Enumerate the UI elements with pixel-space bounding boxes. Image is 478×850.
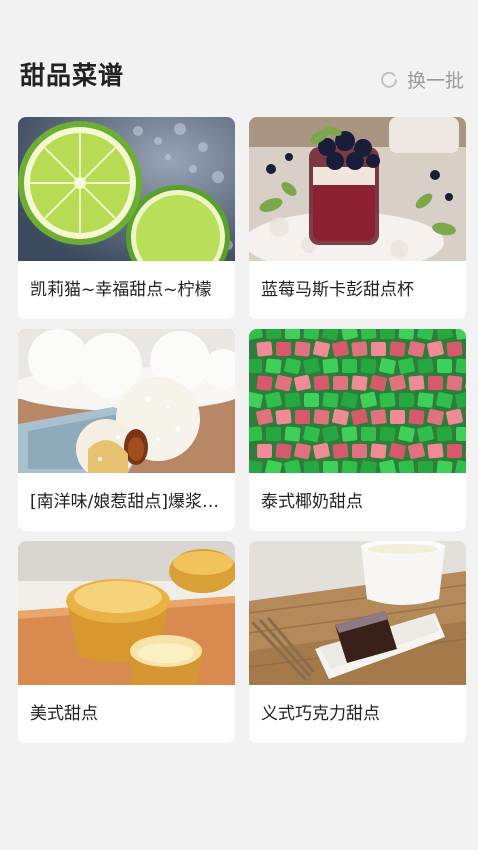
jelly-cube: [352, 444, 367, 458]
jelly-cube: [313, 409, 330, 425]
jelly-cube: [455, 329, 466, 340]
page-title: 甜品菜谱: [20, 61, 125, 90]
jelly-cube: [249, 359, 262, 373]
jelly-cube: [428, 376, 443, 390]
jelly-cube: [303, 329, 320, 340]
recipe-title: 凯莉猫~幸福甜点~柠檬: [30, 280, 212, 300]
jelly-cube: [249, 426, 263, 442]
jelly-cube: [257, 444, 272, 458]
jelly-cube: [304, 393, 319, 407]
jelly-cube: [455, 358, 466, 374]
jelly-cube: [285, 329, 300, 339]
jelly-cube: [275, 409, 292, 425]
jelly-cube: [322, 358, 339, 374]
jelly-cube: [303, 460, 320, 473]
jelly-cube: [380, 329, 395, 339]
jelly-cube: [256, 375, 273, 391]
jelly-cube: [351, 375, 368, 391]
recipe-title: 泰式椰奶甜点: [261, 492, 363, 512]
jelly-cube: [360, 358, 377, 374]
jelly-cube: [322, 392, 339, 408]
jelly-cube: [446, 341, 463, 357]
jelly-cube: [446, 375, 463, 391]
jelly-cube: [342, 359, 357, 373]
jelly-cube: [390, 410, 405, 424]
jelly-cube: [371, 342, 386, 356]
recipe-title: [南洋味/娘惹甜点]爆浆椰丝球: [30, 492, 235, 512]
jelly-cube: [436, 460, 453, 473]
jelly-cube: [295, 410, 310, 424]
recipe-title: 蓝莓马斯卡彭甜点杯: [261, 280, 414, 300]
jelly-cube: [379, 426, 396, 442]
jelly-cube: [398, 460, 415, 473]
jelly-cube: [249, 460, 263, 473]
jelly-cube: [266, 427, 281, 441]
jelly-cube: [399, 393, 414, 407]
jelly-cube: [275, 443, 292, 459]
header: 甜品菜谱 换一批: [0, 0, 478, 110]
jelly-cube: [427, 443, 444, 459]
jelly-cube: [417, 358, 434, 374]
jelly-cube: [265, 358, 282, 374]
jelly-cube: [313, 375, 330, 391]
jelly-cube: [341, 460, 358, 473]
refresh-button[interactable]: 换一批: [379, 66, 464, 93]
jelly-cube: [418, 461, 433, 473]
jelly-cube: [332, 443, 349, 459]
jelly-cube: [370, 409, 387, 425]
recipe-card[interactable]: 美式甜点: [18, 541, 235, 743]
muffins-image: [18, 541, 235, 685]
jelly-cube: [408, 409, 425, 425]
recipe-grid: 凯莉猫~幸福甜点~柠檬 蓝莓马斯卡彭甜点杯 [南洋味/娘惹甜点]爆浆椰丝球 泰式…: [18, 117, 466, 743]
refresh-icon: [381, 71, 397, 88]
recipe-card[interactable]: 凯莉猫~幸福甜点~柠檬: [18, 117, 235, 319]
recipe-title: 义式巧克力甜点: [261, 704, 380, 724]
jelly-cube: [379, 392, 396, 408]
refresh-label: 换一批: [406, 70, 464, 92]
recipe-card[interactable]: 蓝莓马斯卡彭甜点杯: [249, 117, 466, 319]
jelly-cube: [284, 392, 301, 408]
jelly-cube: [398, 329, 415, 340]
jelly-cube: [408, 375, 425, 391]
jelly-cube: [333, 376, 348, 390]
jelly-cube: [284, 426, 301, 442]
recipe-card[interactable]: [南洋味/娘惹甜点]爆浆椰丝球: [18, 329, 235, 531]
recipe-card[interactable]: 泰式椰奶甜点: [249, 329, 466, 531]
jelly-cube: [389, 341, 406, 357]
coconut-balls-image: [18, 329, 235, 473]
jelly-cube: [256, 341, 273, 357]
jelly-cube: [351, 341, 368, 357]
jelly-cube: [276, 342, 291, 356]
jelly-cubes-image: [249, 329, 466, 473]
jelly-cube: [323, 461, 338, 473]
recipe-card[interactable]: 义式巧克力甜点: [249, 541, 466, 743]
jelly-cube: [341, 426, 358, 442]
blueberry-dessert-cup-image: [249, 117, 466, 261]
recipe-title: 美式甜点: [30, 704, 98, 724]
jelly-cube: [265, 329, 282, 340]
jelly-cube: [447, 444, 462, 458]
jelly-cube: [436, 426, 453, 442]
jelly-cube: [360, 329, 377, 340]
jelly-cube: [370, 443, 387, 459]
jelly-cube: [417, 392, 434, 408]
jelly-cube: [437, 359, 452, 373]
jelly-cube: [456, 427, 466, 441]
jelly-cube: [361, 427, 376, 441]
lime-slices-image: [18, 117, 235, 261]
chocolate-brownie-image: [249, 541, 466, 685]
jelly-cube: [294, 341, 311, 357]
